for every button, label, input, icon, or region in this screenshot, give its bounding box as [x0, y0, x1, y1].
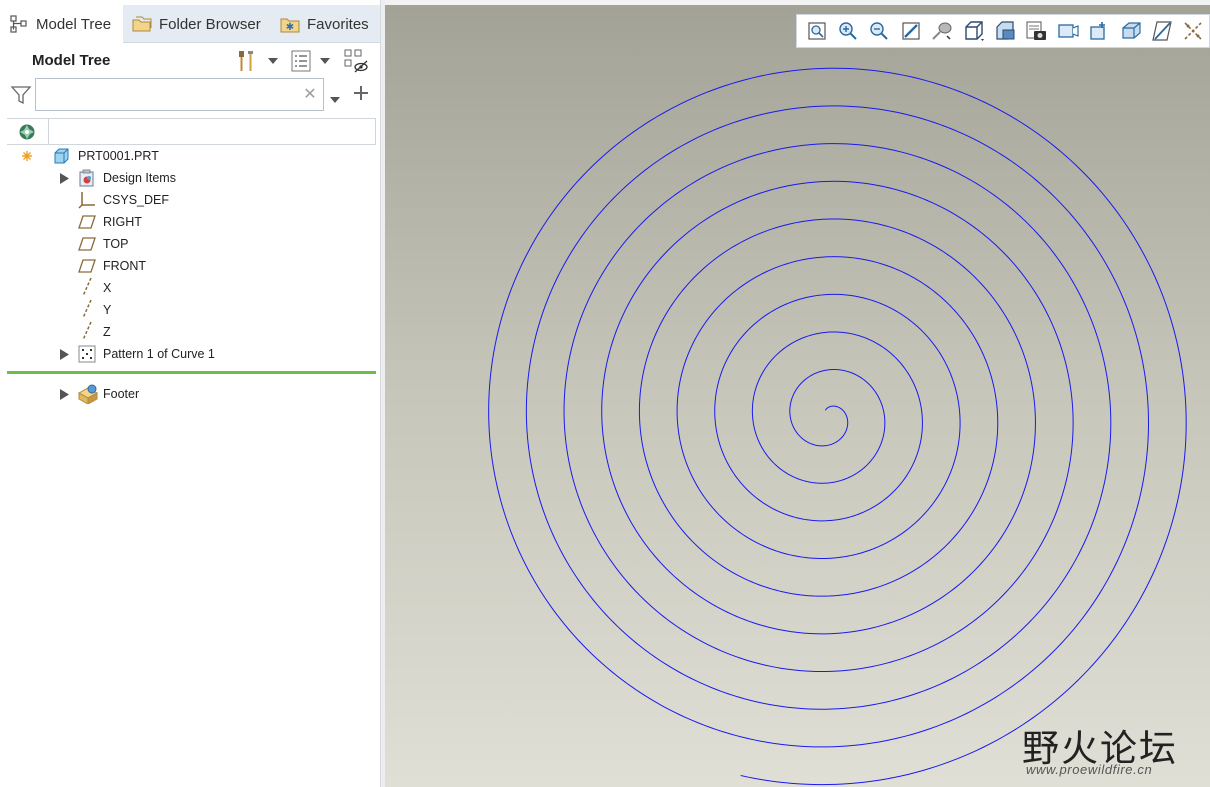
filter-icon[interactable] [10, 84, 32, 106]
folder-browser-icon [131, 13, 153, 35]
svg-text:✱: ✱ [286, 22, 294, 33]
part-icon [52, 147, 70, 165]
search-input[interactable] [40, 83, 300, 107]
filter-row: ✕ [0, 78, 384, 112]
clear-search-icon[interactable]: ✕ [301, 85, 319, 105]
expand-icon[interactable] [58, 172, 70, 184]
tab-model-tree-label: Model Tree [36, 15, 112, 33]
tree-item-label: Z [103, 325, 111, 339]
tree-item-label: TOP [103, 237, 129, 251]
tree-columns-settings-icon[interactable] [17, 122, 37, 142]
search-dropdown-icon[interactable] [330, 90, 342, 103]
watermark-url: www.proewildfire.cn [1026, 762, 1153, 777]
model-tree-icon [8, 13, 30, 35]
plane-display-icon[interactable] [1178, 16, 1209, 46]
graphics-toolbar [796, 14, 1210, 48]
datum-axis-icon [78, 277, 96, 297]
csys-icon [78, 191, 96, 209]
tab-model-tree[interactable]: Model Tree [0, 5, 123, 43]
tree-item-csys-def[interactable]: CSYS_DEF [56, 189, 368, 211]
tab-folder-browser[interactable]: Folder Browser [123, 5, 271, 43]
perspective-icon[interactable] [1052, 16, 1083, 46]
add-filter-icon[interactable] [352, 84, 370, 102]
column-border [375, 119, 376, 145]
tab-favorites[interactable]: ✱ Favorites [271, 5, 384, 43]
tree-item-top[interactable]: TOP [56, 233, 368, 255]
show-dropdown-icon[interactable] [320, 56, 330, 66]
tree-item-design-items[interactable]: Design Items [56, 167, 368, 189]
regen-status-icon [18, 147, 36, 165]
datum-plane-icon [78, 235, 96, 253]
zoom-out-icon[interactable] [864, 16, 895, 46]
panel-title: Model Tree [32, 52, 111, 69]
datum-display-icon[interactable] [1115, 16, 1146, 46]
expand-icon[interactable] [58, 348, 70, 360]
tree-header: Model Tree [0, 44, 384, 78]
view-manager-icon[interactable] [1021, 16, 1052, 46]
tree-item-label: Y [103, 303, 112, 317]
spin-center-icon[interactable] [927, 16, 958, 46]
search-box: ✕ [35, 78, 324, 111]
column-divider [48, 119, 49, 145]
tree-item-label: RIGHT [103, 215, 142, 229]
tabs-underline [123, 42, 384, 43]
tab-folder-browser-label: Folder Browser [159, 15, 261, 33]
datum-axis-icon [78, 299, 96, 319]
tree-item-label: Design Items [103, 171, 176, 185]
tree-item-axis-z[interactable]: Z [56, 321, 368, 343]
display-style-icon[interactable] [958, 16, 989, 46]
tree-item-front[interactable]: FRONT [56, 255, 368, 277]
expand-icon[interactable] [58, 388, 70, 400]
tree-item-axis-x[interactable]: X [56, 277, 368, 299]
navigator-tabs: Model Tree Folder Browser ✱ Favorites [0, 5, 384, 43]
refit-icon[interactable] [801, 16, 832, 46]
tree-item-footer[interactable]: Footer [56, 383, 368, 405]
tree-item-axis-y[interactable]: Y [56, 299, 368, 321]
favorites-icon: ✱ [279, 13, 301, 35]
saved-orientations-icon[interactable] [989, 16, 1020, 46]
annotation-display-icon[interactable] [1084, 16, 1115, 46]
footer-icon [78, 384, 98, 404]
insert-here-indicator[interactable] [7, 371, 376, 374]
tree-item-right[interactable]: RIGHT [56, 211, 368, 233]
show-hide-icon[interactable] [343, 48, 369, 74]
datum-axis-icon [78, 321, 96, 341]
show-list-icon[interactable] [288, 48, 314, 74]
tree-item-label: Pattern 1 of Curve 1 [103, 347, 215, 361]
repaint-icon[interactable] [895, 16, 926, 46]
spiral-curve-canvas [488, 67, 1187, 786]
pattern-icon [78, 345, 96, 363]
tree-item-pattern[interactable]: Pattern 1 of Curve 1 [56, 343, 368, 365]
tree-column-header [7, 118, 376, 145]
tree-item-label: Footer [103, 387, 140, 401]
settings-tools-icon[interactable] [234, 48, 260, 74]
tree-item-label: FRONT [103, 259, 147, 273]
tree-root-label: PRT0001.PRT [78, 149, 159, 163]
datum-plane-icon [78, 257, 96, 275]
settings-dropdown-icon[interactable] [268, 56, 278, 66]
tree-root-row[interactable]: PRT0001.PRT [18, 145, 368, 167]
spiral-curve[interactable] [488, 67, 1187, 786]
tree-item-label: CSYS_DEF [103, 193, 169, 207]
zoom-in-icon[interactable] [832, 16, 863, 46]
design-items-icon [78, 169, 96, 187]
tab-favorites-label: Favorites [307, 15, 369, 33]
graphics-window[interactable]: 野火论坛 www.proewildfire.cn [385, 5, 1210, 787]
tree-item-label: X [103, 281, 112, 295]
section-icon[interactable] [1146, 16, 1177, 46]
forum-watermark: 野火论坛 www.proewildfire.cn [1022, 700, 1197, 780]
datum-plane-icon [78, 213, 96, 231]
model-tree-panel: Model Tree Folder Browser ✱ Favorites Mo… [0, 0, 384, 787]
